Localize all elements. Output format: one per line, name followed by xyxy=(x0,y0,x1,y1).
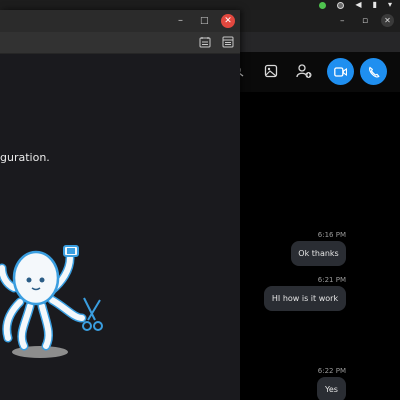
foreground-window: – □ ✕ guration. xyxy=(0,10,240,400)
system-tray: ◀ ▮ ▾ xyxy=(319,0,392,10)
message-bubble[interactable]: Yes xyxy=(317,377,346,400)
volume-icon[interactable]: ◀ xyxy=(355,0,361,10)
configuration-text: guration. xyxy=(0,151,50,164)
audio-call-icon xyxy=(368,66,380,78)
chat-restore-button[interactable]: ▫ xyxy=(362,15,368,27)
address-bar xyxy=(0,32,240,54)
maximize-button[interactable]: □ xyxy=(200,15,209,27)
octopus-mascot-illustration xyxy=(0,245,103,358)
audio-call-button[interactable] xyxy=(360,58,387,85)
notification-icon[interactable]: ▮ xyxy=(373,0,377,10)
foreground-window-titlebar: – □ ✕ xyxy=(0,10,240,32)
image-gallery-icon[interactable] xyxy=(264,64,278,82)
message-timestamp: 6:21 PM xyxy=(317,276,346,284)
chat-window-titlebar: – ▫ ✕ xyxy=(238,10,400,32)
page-content: guration. xyxy=(0,54,240,400)
network-status-icon[interactable] xyxy=(319,1,327,9)
message-timestamp: 6:22 PM xyxy=(317,367,346,375)
chat-window: – ▫ ✕ 6:16 PM Ok thanks 6:21 PM HI how i… xyxy=(231,10,400,400)
video-call-button[interactable] xyxy=(327,58,354,85)
menu-chevron-icon[interactable]: ▾ xyxy=(388,0,392,10)
chat-minimize-button[interactable]: – xyxy=(340,15,345,27)
system-top-bar: ◀ ▮ ▾ xyxy=(0,0,400,10)
message-timestamp: 6:16 PM xyxy=(317,231,346,239)
add-person-icon[interactable] xyxy=(296,63,312,83)
message-bubble[interactable]: Ok thanks xyxy=(291,241,346,266)
sidebar-icon[interactable] xyxy=(221,36,234,49)
message-bubble[interactable]: HI how is it work xyxy=(264,286,346,311)
minimize-button[interactable]: – xyxy=(178,15,183,27)
chat-close-button[interactable]: ✕ xyxy=(381,14,394,27)
mixed-status-icon[interactable] xyxy=(337,1,345,9)
chat-toolbar xyxy=(231,52,400,92)
close-button[interactable]: ✕ xyxy=(221,14,235,28)
video-call-icon xyxy=(334,66,347,77)
reader-mode-icon[interactable] xyxy=(198,36,211,49)
chat-tab-strip xyxy=(238,32,400,52)
